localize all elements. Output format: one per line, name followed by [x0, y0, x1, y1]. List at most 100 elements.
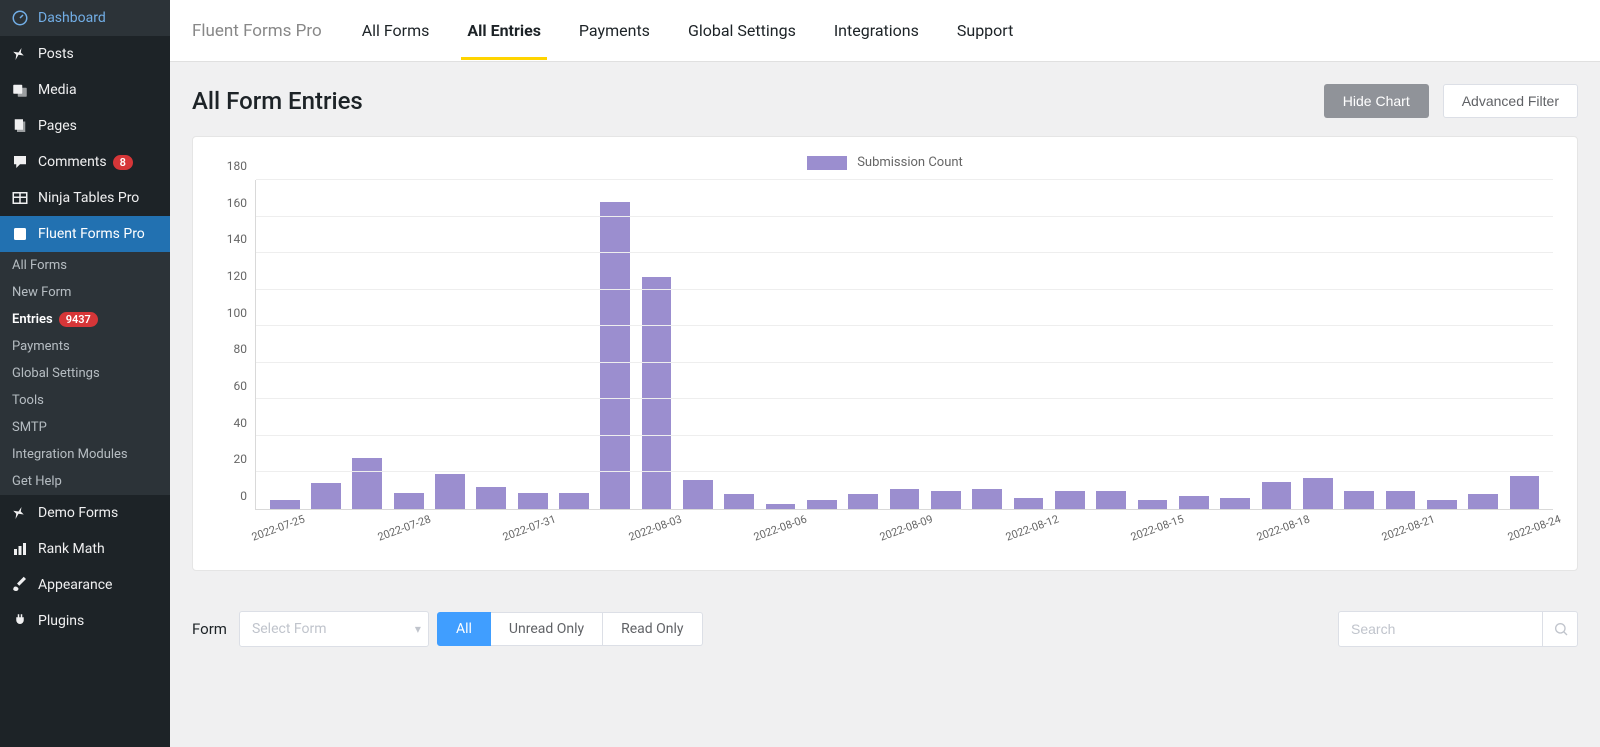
chevron-down-icon: ▾ [415, 622, 421, 636]
sidebar-subitem-label: Get Help [12, 474, 62, 489]
sidebar-item-rank-math[interactable]: Rank Math [0, 531, 170, 567]
sidebar-item-plugins[interactable]: Plugins [0, 603, 170, 639]
bar-slot [1091, 180, 1132, 509]
sidebar-subitem-label: All Forms [12, 258, 67, 273]
chart-bar[interactable] [724, 494, 754, 509]
legend-label: Submission Count [857, 155, 963, 170]
chart-bar[interactable] [1096, 491, 1126, 509]
top-tab-support[interactable]: Support [957, 2, 1013, 59]
chart-bar[interactable] [1262, 482, 1292, 509]
sidebar-item-ninja-tables-pro[interactable]: Ninja Tables Pro [0, 180, 170, 216]
sidebar-subitem-entries[interactable]: Entries9437 [0, 306, 170, 333]
advanced-filter-button[interactable]: Advanced Filter [1443, 84, 1578, 118]
sidebar-subitem-smtp[interactable]: SMTP [0, 414, 170, 441]
bar-slot [1256, 180, 1297, 509]
chart-bar[interactable] [1344, 491, 1374, 509]
chart-bar[interactable] [766, 504, 796, 509]
topbar-brand: Fluent Forms Pro [192, 21, 322, 41]
top-tab-all-entries[interactable]: All Entries [467, 2, 541, 59]
chart-bar[interactable] [1468, 494, 1498, 509]
search-icon[interactable] [1542, 611, 1578, 647]
chart-bar[interactable] [559, 493, 589, 509]
segment-read[interactable]: Read Only [603, 612, 702, 646]
sidebar-subitem-all-forms[interactable]: All Forms [0, 252, 170, 279]
chart-bar[interactable] [476, 487, 506, 509]
top-tab-payments[interactable]: Payments [579, 2, 650, 59]
chart-bar[interactable] [848, 494, 878, 509]
chart-bar[interactable] [270, 500, 300, 509]
sidebar-item-pages[interactable]: Pages [0, 108, 170, 144]
chart-bar[interactable] [1510, 476, 1540, 509]
sidebar-item-comments[interactable]: Comments8 [0, 144, 170, 180]
page-title: All Form Entries [192, 87, 363, 115]
y-tick: 160 [227, 196, 247, 210]
bar-slot [801, 180, 842, 509]
sidebar-item-media[interactable]: Media [0, 72, 170, 108]
table-icon [10, 188, 30, 208]
sidebar-subitem-get-help[interactable]: Get Help [0, 468, 170, 495]
sidebar-subitem-label: SMTP [12, 420, 47, 435]
chart-bar[interactable] [1055, 491, 1085, 509]
chart-bar[interactable] [890, 489, 920, 509]
bar-slot [719, 180, 760, 509]
chart-bar[interactable] [683, 480, 713, 509]
chart-bar[interactable] [600, 202, 630, 509]
sidebar-subitem-integration-modules[interactable]: Integration Modules [0, 441, 170, 468]
chart-bar[interactable] [518, 493, 548, 509]
sidebar-subitem-global-settings[interactable]: Global Settings [0, 360, 170, 387]
sidebar-item-label: Dashboard [38, 10, 106, 26]
chart-bar[interactable] [807, 500, 837, 509]
sidebar-item-label: Comments [38, 154, 107, 170]
bar-slot [388, 180, 429, 509]
sidebar-subitem-tools[interactable]: Tools [0, 387, 170, 414]
chart-bar[interactable] [1138, 500, 1168, 509]
sidebar-item-fluent-forms-pro[interactable]: Fluent Forms Pro [0, 216, 170, 252]
sidebar-item-label: Ninja Tables Pro [38, 190, 139, 206]
chart-bar[interactable] [1179, 496, 1209, 509]
top-tab-integrations[interactable]: Integrations [834, 2, 919, 59]
chart-bar[interactable] [435, 474, 465, 509]
chart-card: Submission Count 02040608010012014016018… [192, 136, 1578, 571]
segment-all[interactable]: All [437, 612, 491, 646]
top-tab-all-forms[interactable]: All Forms [362, 2, 430, 59]
segment-unread[interactable]: Unread Only [491, 612, 603, 646]
x-tick: 2022-08-15 [1129, 513, 1186, 544]
chart-bar[interactable] [931, 491, 961, 509]
chart-bar[interactable] [1014, 498, 1044, 509]
y-tick: 60 [234, 379, 248, 393]
chart-bar[interactable] [972, 489, 1002, 509]
bar-slot [1049, 180, 1090, 509]
chart-bar[interactable] [1303, 478, 1333, 509]
sidebar-item-demo-forms[interactable]: Demo Forms [0, 495, 170, 531]
bar-slot [1173, 180, 1214, 509]
chart-bar[interactable] [394, 493, 424, 509]
sidebar-subitem-new-form[interactable]: New Form [0, 279, 170, 306]
sidebar-item-label: Fluent Forms Pro [38, 226, 145, 242]
chart-bar[interactable] [1386, 491, 1416, 509]
chart-bar[interactable] [352, 458, 382, 509]
sidebar-item-dashboard[interactable]: Dashboard [0, 0, 170, 36]
x-tick: 2022-07-31 [501, 513, 558, 544]
bar-slot [1215, 180, 1256, 509]
x-tick: 2022-08-18 [1255, 513, 1312, 544]
bar-slot [553, 180, 594, 509]
sidebar-subitem-payments[interactable]: Payments [0, 333, 170, 360]
hide-chart-button[interactable]: Hide Chart [1324, 84, 1429, 118]
x-tick: 2022-08-03 [627, 513, 684, 544]
top-tab-global-settings[interactable]: Global Settings [688, 2, 796, 59]
form-select[interactable]: Select Form [239, 611, 429, 647]
sidebar-subitem-label: Entries [12, 312, 53, 327]
chart-bar[interactable] [1427, 500, 1457, 509]
sidebar-item-label: Posts [38, 46, 74, 62]
bar-slot [677, 180, 718, 509]
sidebar-item-appearance[interactable]: Appearance [0, 567, 170, 603]
x-tick: 2022-08-21 [1380, 513, 1437, 544]
sidebar-subitem-label: Global Settings [12, 366, 100, 381]
y-tick: 20 [234, 452, 248, 466]
y-tick: 0 [240, 489, 247, 503]
sidebar-item-posts[interactable]: Posts [0, 36, 170, 72]
chart-bar[interactable] [1220, 498, 1250, 509]
chart-bar[interactable] [642, 277, 672, 509]
chart-bar[interactable] [311, 483, 341, 509]
comment-icon [10, 152, 30, 172]
